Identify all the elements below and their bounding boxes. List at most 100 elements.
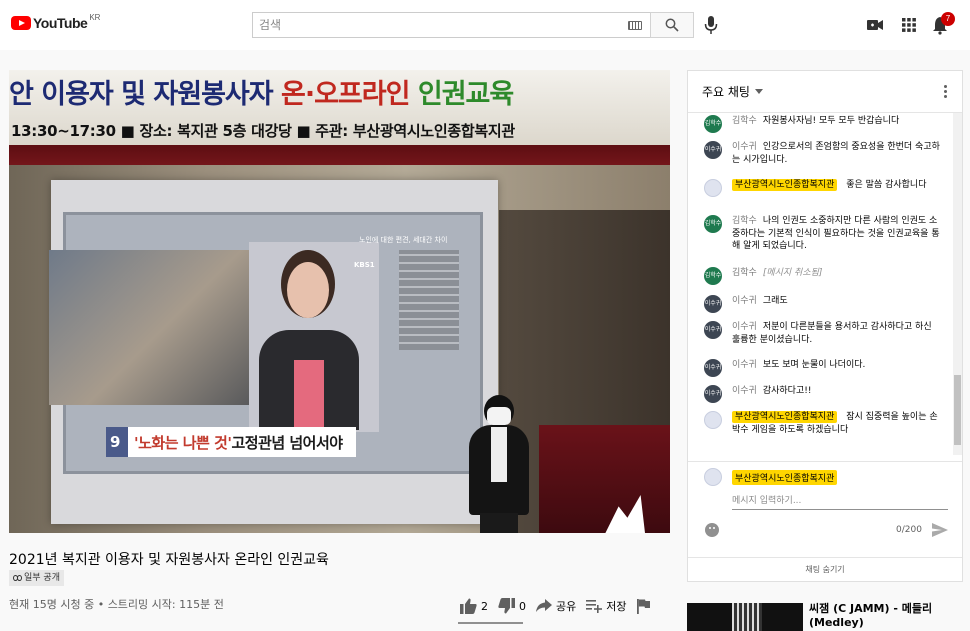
speaker	[464, 395, 534, 533]
search-button[interactable]	[650, 12, 694, 38]
news-anchor-head	[287, 262, 329, 318]
chat-message: 이수귀 이수귀 인강으로서의 존엄함의 중요성을 한번더 숙고하는 시가입니다.	[704, 141, 942, 166]
chat-message: 김학수 김학수 [메시지 취소됨]	[704, 267, 942, 285]
emoji-icon[interactable]	[705, 523, 719, 537]
search-input[interactable]	[253, 13, 613, 37]
chat-message: 이수귀 이수귀 그래도	[704, 295, 942, 313]
send-icon[interactable]	[932, 523, 948, 537]
avatar: 김학수	[704, 115, 722, 133]
chat-message-input[interactable]	[732, 492, 948, 510]
video-actions: 2 0 공유 저장	[460, 596, 660, 616]
tv-screen-grid	[399, 250, 459, 350]
share-button[interactable]: 공유	[536, 598, 576, 614]
more-options-icon[interactable]	[944, 85, 948, 99]
keyboard-icon[interactable]	[628, 21, 642, 30]
video-title: 2021년 복지관 이용자 및 자원봉사자 온라인 인권교육	[9, 552, 329, 568]
live-chat-panel: 주요 채팅 김학수 김학수 자원봉사자님! 모두 모두 반갑습니다 이수귀 이수귀…	[687, 70, 963, 582]
logo-text: YouTube	[33, 15, 88, 31]
chat-text: 자원봉사자님! 모두 모두 반갑습니다	[762, 116, 900, 126]
chat-author[interactable]: 이수귀	[732, 142, 757, 152]
save-button[interactable]: 저장	[586, 598, 627, 614]
tv-channel: KBS1	[354, 261, 375, 269]
banner-subtitle: 13:30~17:30 ■ 장소: 복지관 5층 대강당 ■ 주관: 부산광역시…	[11, 122, 515, 140]
add-to-playlist-icon	[586, 600, 603, 613]
chat-header: 주요 채팅	[688, 71, 962, 113]
chevron-down-icon[interactable]	[754, 89, 763, 94]
event-banner: 안 이용자 및 자원봉사자 온·오프라인 인권교육 13:30~17:30 ■ …	[9, 70, 670, 145]
scrollbar-thumb[interactable]	[954, 375, 961, 445]
share-icon	[536, 599, 552, 612]
notification-count-badge: 7	[941, 12, 955, 26]
chat-text: 그래도	[762, 296, 788, 306]
chat-text: 좋은 말씀 감사합니다	[846, 180, 927, 190]
composer-name: 부산광역시노인종합복지관	[732, 469, 838, 485]
video-meta: 현재 15명 시청 중 • 스트리밍 시작: 115분 전	[9, 598, 224, 611]
like-button[interactable]: 2	[460, 598, 488, 614]
search-icon	[665, 18, 679, 32]
chat-text: 보도 보며 눈물이 나더이다.	[762, 360, 866, 370]
dislike-button[interactable]: 0	[498, 598, 526, 614]
chat-scrollbar[interactable]	[953, 113, 962, 455]
chat-author[interactable]: 김학수	[732, 116, 757, 126]
avatar	[704, 179, 722, 197]
avatar: 이수귀	[704, 359, 722, 377]
news-footage	[49, 250, 279, 405]
chat-message: 이수귀 이수귀 보도 보며 눈물이 나더이다.	[704, 359, 942, 377]
news-lower-third: 9 '노화는 나쁜 것' 고정관념 넘어서야	[106, 427, 356, 457]
youtube-play-icon	[11, 16, 31, 30]
flag-icon	[636, 598, 650, 614]
video-player[interactable]: 안 이용자 및 자원봉사자 온·오프라인 인권교육 13:30~17:30 ■ …	[9, 70, 670, 533]
avatar: 이수귀	[704, 295, 722, 313]
create-video-icon[interactable]	[865, 15, 885, 35]
chat-message: 김학수 김학수 나의 인권도 소중하지만 다른 사람의 인권도 소중하다는 기본적…	[704, 215, 942, 253]
search-box	[252, 12, 650, 38]
youtube-logo[interactable]: YouTube KR	[11, 12, 101, 31]
avatar	[704, 411, 722, 429]
recommended-video-title[interactable]: 씨잼 (C JAMM) - 메들리 (Medley)	[809, 602, 959, 630]
avatar: 이수귀	[704, 385, 722, 403]
news-anchor-shirt	[294, 360, 324, 430]
chat-author[interactable]: 김학수	[732, 216, 757, 226]
chat-author[interactable]: 이수귀	[732, 296, 757, 306]
like-ratio-fill	[458, 622, 523, 624]
mic-icon[interactable]	[703, 15, 719, 35]
chat-message: 이수귀 이수귀 감사하다고!!	[704, 385, 942, 403]
link-icon	[13, 575, 22, 581]
chat-text: 감사하다고!!	[762, 386, 812, 396]
avatar: 김학수	[704, 215, 722, 233]
tv-caption: 노인에 대한 편견, 세대간 차이	[359, 236, 448, 244]
thumbs-down-icon	[498, 598, 515, 614]
recommended-video-thumbnail[interactable]	[687, 603, 803, 631]
avatar: 김학수	[704, 267, 722, 285]
chat-author[interactable]: 이수귀	[732, 386, 757, 396]
avatar: 이수귀	[704, 141, 722, 159]
chat-author-owner[interactable]: 부산광역시노인종합복지관	[732, 411, 838, 423]
chat-author[interactable]: 이수귀	[732, 322, 757, 332]
chat-text: 인강으로서의 존엄함의 중요성을 한번더 숙고하는 시가입니다.	[732, 142, 940, 165]
like-ratio-bar	[458, 622, 523, 624]
chat-author[interactable]: 김학수	[732, 268, 757, 278]
top-bar: YouTube KR 7	[0, 0, 970, 50]
chat-message: 이수귀 이수귀 저분이 다른분들을 용서하고 감사하다고 하신 훌륭한 분이셨습니…	[704, 321, 942, 346]
chat-text-deleted: [메시지 취소됨]	[762, 268, 823, 278]
report-button[interactable]	[636, 598, 650, 614]
hide-chat-button[interactable]: 채팅 숨기기	[688, 557, 962, 581]
region-code: KR	[89, 12, 101, 22]
banner-title: 안 이용자 및 자원봉사자 온·오프라인 인권교육	[9, 79, 514, 110]
chat-text: 나의 인권도 소중하지만 다른 사람의 인권도 소중하다는 기본적 인식이 필요…	[732, 216, 940, 251]
char-counter: 0/200	[896, 525, 922, 535]
chat-author-owner[interactable]: 부산광역시노인종합복지관	[732, 179, 838, 191]
chat-message: 부산광역시노인종합복지관 잠시 집중력을 높이는 손박수 게임을 하도록 하겠습…	[704, 411, 942, 436]
chat-mode-dropdown[interactable]: 주요 채팅	[702, 83, 750, 100]
chat-message: 부산광역시노인종합복지관 좋은 말씀 감사합니다	[704, 179, 942, 197]
podium	[539, 425, 670, 533]
thumbs-up-icon	[460, 598, 477, 614]
privacy-badge: 일부 공개	[9, 570, 64, 586]
avatar	[704, 468, 722, 486]
chat-author[interactable]: 이수귀	[732, 360, 757, 370]
chat-message-list[interactable]: 김학수 김학수 자원봉사자님! 모두 모두 반갑습니다 이수귀 이수귀 인강으로서의…	[688, 113, 954, 455]
chat-text: 저분이 다른분들을 용서하고 감사하다고 하신 훌륭한 분이셨습니다.	[732, 322, 932, 345]
apps-grid-icon[interactable]	[899, 15, 919, 35]
chat-message: 김학수 김학수 자원봉사자님! 모두 모두 반갑습니다	[704, 115, 942, 133]
composer-identity: 부산광역시노인종합복지관	[704, 468, 838, 486]
